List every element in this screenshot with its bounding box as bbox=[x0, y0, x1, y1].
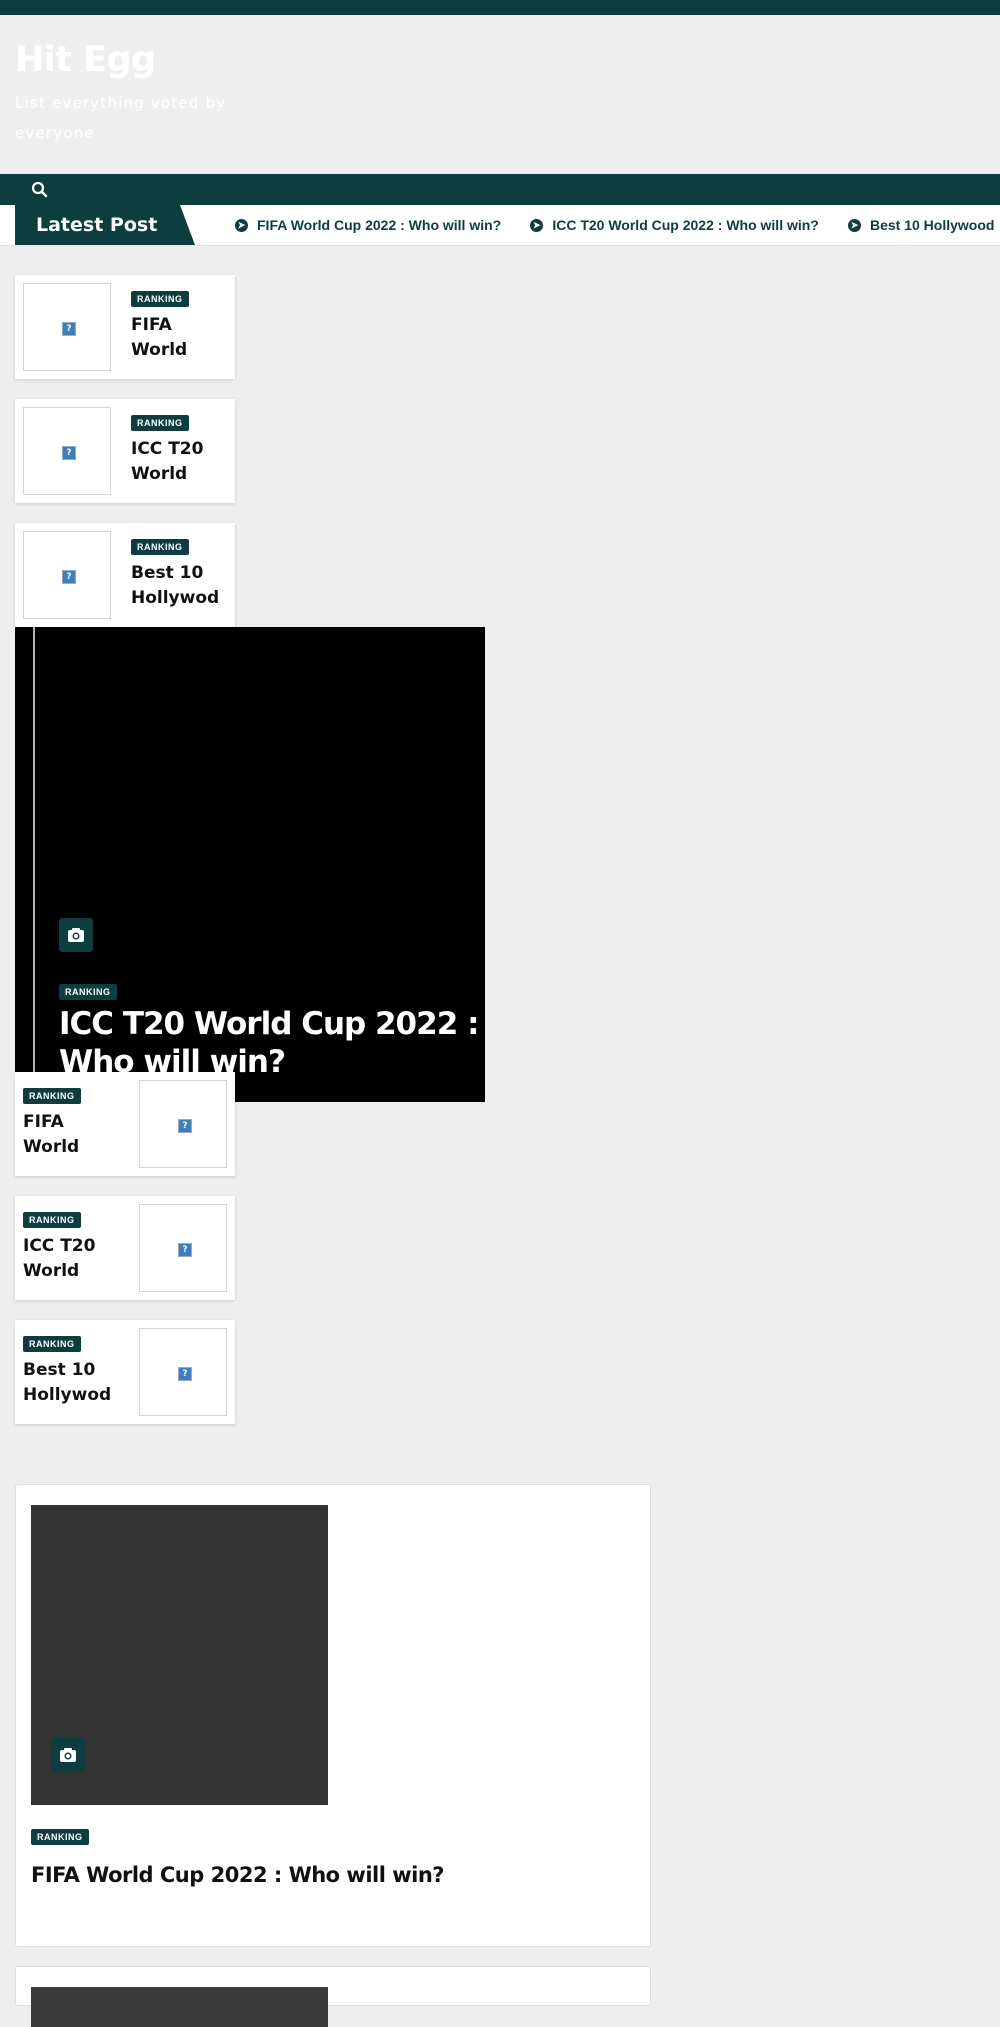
divider bbox=[33, 627, 35, 1102]
post-card[interactable]: ? RANKING FIFA World Cup bbox=[15, 275, 235, 379]
broken-image-icon: ? bbox=[178, 1119, 192, 1133]
post-thumbnail[interactable]: ? bbox=[23, 531, 111, 619]
ticker-item[interactable]: ➤ FIFA World Cup 2022 : Who will win? bbox=[235, 205, 501, 245]
post-thumbnail[interactable]: ? bbox=[139, 1328, 227, 1416]
top-bar bbox=[0, 0, 1000, 15]
arrow-right-icon: ➤ bbox=[847, 218, 861, 232]
featured-post[interactable]: RANKING ICC T20 World Cup 2022 : Who wil… bbox=[15, 627, 485, 1102]
site-branding: Hit Egg List everything voted by everyon… bbox=[15, 40, 235, 148]
nav-bar bbox=[0, 174, 1000, 205]
arrow-right-icon: ➤ bbox=[235, 218, 248, 232]
site-title[interactable]: Hit Egg bbox=[15, 40, 235, 80]
ticker-items: ➤ FIFA World Cup 2022 : Who will win? ➤ … bbox=[235, 205, 1000, 245]
camera-icon bbox=[59, 918, 93, 952]
category-badge[interactable]: RANKING bbox=[131, 291, 189, 307]
post-title[interactable]: ICC T20 World Cup bbox=[23, 1234, 118, 1284]
broken-image-icon: ? bbox=[62, 570, 76, 584]
post-thumbnail[interactable]: ? bbox=[139, 1204, 227, 1292]
broken-image-icon: ? bbox=[62, 322, 76, 336]
category-badge[interactable]: RANKING bbox=[131, 539, 189, 555]
ticker-item[interactable]: ➤ Best 10 Hollywood bbox=[847, 205, 995, 245]
broken-image-icon: ? bbox=[178, 1243, 192, 1257]
post-title[interactable]: Best 10 Hollywod bbox=[131, 561, 226, 611]
post-card[interactable]: ? RANKING Best 10 Hollywod bbox=[15, 523, 235, 627]
category-badge[interactable]: RANKING bbox=[31, 1829, 89, 1845]
latest-post-ticker: Latest Post ➤ FIFA World Cup 2022 : Who … bbox=[0, 205, 1000, 246]
post-title[interactable]: ICC T20 World Cup bbox=[131, 437, 226, 487]
post-card[interactable]: ? RANKING ICC T20 World Cup bbox=[15, 399, 235, 503]
post-title[interactable]: Best 10 Hollywod bbox=[23, 1358, 118, 1408]
ticker-item[interactable]: ➤ ICC T20 World Cup 2022 : Who will win? bbox=[530, 205, 819, 245]
ticker-item-label: Best 10 Hollywood bbox=[869, 217, 995, 233]
post-thumbnail[interactable]: ? bbox=[23, 407, 111, 495]
site-tagline: List everything voted by everyone bbox=[15, 94, 227, 142]
post-image[interactable] bbox=[31, 1987, 328, 2027]
post-title[interactable]: FIFA World Cup 2022 : Who will win? bbox=[31, 1863, 444, 1887]
category-badge[interactable]: RANKING bbox=[23, 1088, 81, 1104]
post-card[interactable]: RANKING FIFA World Cup ? bbox=[15, 1072, 235, 1176]
broken-image-icon: ? bbox=[178, 1367, 192, 1381]
search-icon[interactable] bbox=[30, 180, 50, 200]
ticker-item-label: FIFA World Cup 2022 : Who will win? bbox=[257, 217, 502, 233]
camera-icon bbox=[51, 1738, 85, 1772]
post-thumbnail[interactable]: ? bbox=[139, 1080, 227, 1168]
broken-image-icon: ? bbox=[62, 446, 76, 460]
post-article: RANKING FIFA World Cup 2022 : Who will w… bbox=[15, 1484, 651, 1947]
post-thumbnail[interactable]: ? bbox=[23, 283, 111, 371]
arrow-right-icon: ➤ bbox=[530, 218, 544, 232]
ticker-label: Latest Post bbox=[15, 205, 195, 245]
category-badge[interactable]: RANKING bbox=[23, 1212, 81, 1228]
category-badge[interactable]: RANKING bbox=[23, 1336, 81, 1352]
post-card[interactable]: RANKING Best 10 Hollywod ? bbox=[15, 1320, 235, 1424]
post-article bbox=[15, 1966, 651, 2027]
featured-post-title[interactable]: ICC T20 World Cup 2022 : Who will win? bbox=[59, 1005, 479, 1081]
post-card[interactable]: RANKING ICC T20 World Cup ? bbox=[15, 1196, 235, 1300]
category-badge[interactable]: RANKING bbox=[59, 984, 117, 1000]
post-title[interactable]: FIFA World Cup bbox=[131, 313, 226, 363]
post-image[interactable] bbox=[31, 1505, 328, 1805]
ticker-item-label: ICC T20 World Cup 2022 : Who will win? bbox=[552, 217, 819, 233]
post-title[interactable]: FIFA World Cup bbox=[23, 1110, 118, 1160]
category-badge[interactable]: RANKING bbox=[131, 415, 189, 431]
